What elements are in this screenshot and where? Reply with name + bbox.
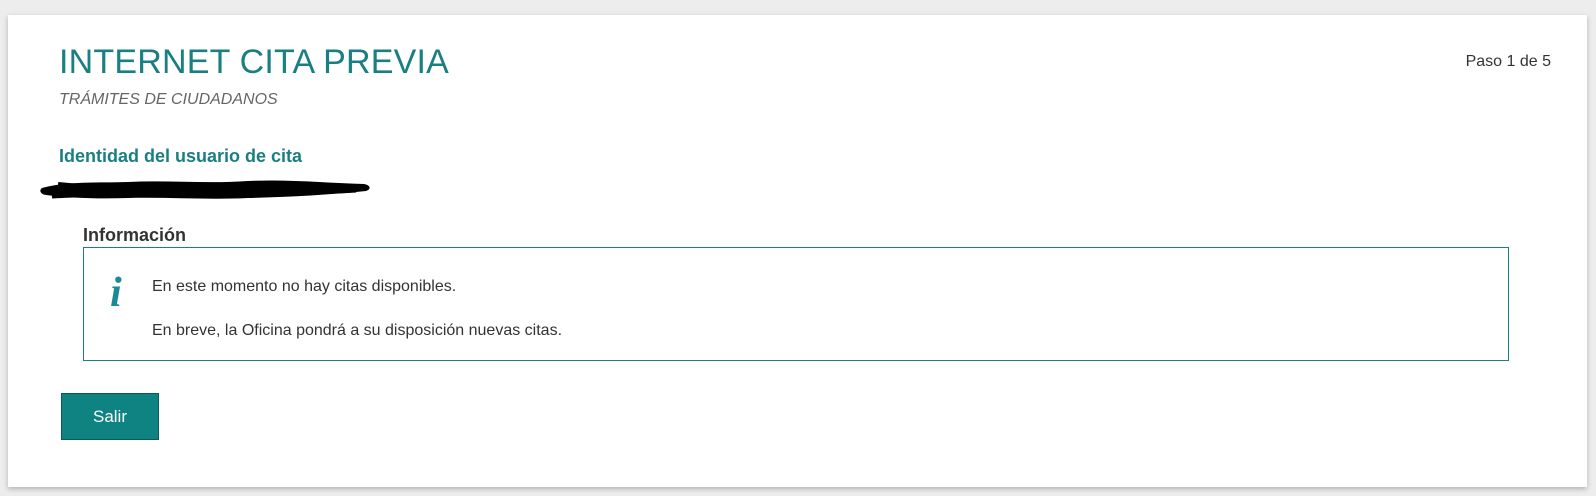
main-card: INTERNET CITA PREVIA TRÁMITES DE CIUDADA… [8,15,1587,487]
page-subtitle: TRÁMITES DE CIUDADANOS [59,91,278,108]
exit-button[interactable]: Salir [61,393,159,440]
page-title: INTERNET CITA PREVIA [59,43,450,81]
step-indicator: Paso 1 de 5 [1465,53,1551,70]
identity-heading: Identidad del usuario de cita [59,146,303,166]
info-message: En este momento no hay citas disponibles… [152,278,457,295]
info-legend: Información [83,225,187,245]
info-icon: i [110,270,122,316]
info-box: i En este momento no hay citas disponibl… [83,247,1509,361]
redacted-identity [40,180,370,199]
info-message: En breve, la Oficina pondrá a su disposi… [152,322,563,339]
